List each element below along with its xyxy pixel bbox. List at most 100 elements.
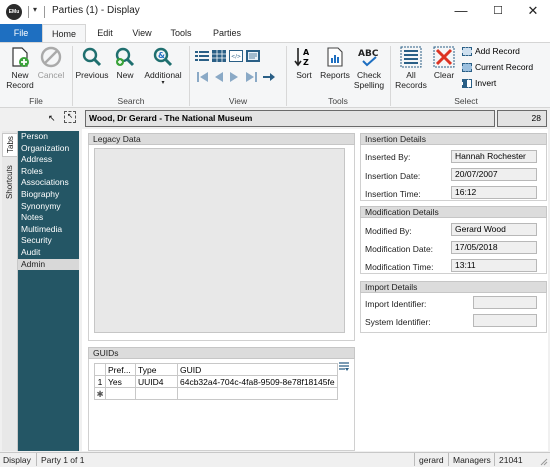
nav-item-biography[interactable]: Biography xyxy=(18,189,79,201)
group-separator xyxy=(390,46,391,106)
grid-options-icon[interactable] xyxy=(339,362,349,374)
invert-label: Invert xyxy=(475,78,497,88)
nav-item-roles[interactable]: Roles xyxy=(18,166,79,178)
tab-edit[interactable]: Edit xyxy=(88,24,122,42)
legacy-data-field[interactable] xyxy=(94,148,345,333)
cancel-button[interactable]: Cancel xyxy=(37,46,65,80)
new-record-button[interactable]: New Record xyxy=(4,46,36,90)
modification-time-field[interactable]: 13:11 xyxy=(451,259,537,272)
import-identifier-field[interactable] xyxy=(473,296,537,309)
nav-item-multimedia[interactable]: Multimedia xyxy=(18,224,79,236)
legacy-data-header: Legacy Data xyxy=(88,133,355,145)
svg-text:</>: </> xyxy=(231,54,241,60)
insertion-details-header: Insertion Details xyxy=(360,133,547,145)
last-record-icon[interactable] xyxy=(245,71,258,85)
previous-record-icon[interactable] xyxy=(213,71,224,85)
invert-icon xyxy=(462,79,472,89)
additional-search-button[interactable]: & Additional ▾ xyxy=(141,46,185,86)
quick-access-dropdown-icon[interactable]: ▾ xyxy=(33,5,37,14)
add-record-icon xyxy=(462,47,472,57)
sort-label: Sort xyxy=(296,70,312,80)
tab-view[interactable]: View xyxy=(124,24,160,42)
nav-item-address[interactable]: Address xyxy=(18,154,79,166)
cancel-label: Cancel xyxy=(37,70,65,80)
check-spelling-label: Check xyxy=(356,70,382,80)
cell-pref-new[interactable] xyxy=(105,387,136,400)
quick-access-separator xyxy=(28,6,29,18)
additional-label: Additional xyxy=(144,70,182,80)
reports-button[interactable]: Reports xyxy=(318,46,352,80)
next-record-icon[interactable] xyxy=(229,71,240,85)
tab-home[interactable]: Home xyxy=(42,24,86,42)
previous-label: Previous xyxy=(75,70,109,80)
nav-item-admin[interactable]: Admin xyxy=(18,258,79,271)
add-record-label: Add Record xyxy=(475,46,520,56)
tab-shortcuts[interactable]: Shortcuts xyxy=(2,160,18,204)
cell-type-new[interactable] xyxy=(135,387,178,400)
column-header-pref[interactable]: Pref... xyxy=(105,363,136,376)
minimize-button[interactable]: — xyxy=(444,0,478,24)
cell-pref[interactable]: Yes xyxy=(105,375,136,388)
resize-grip-icon[interactable] xyxy=(538,456,548,467)
cell-guid-new[interactable] xyxy=(177,387,338,400)
app-icon: EMu xyxy=(6,4,22,20)
chevron-down-icon: ▾ xyxy=(161,80,165,86)
new-record-label-2: Record xyxy=(6,80,34,90)
new-row-marker: ✱ xyxy=(94,387,106,400)
quick-access-separator xyxy=(44,6,45,18)
nav-list: Person Organization Address Roles Associ… xyxy=(18,131,79,451)
first-record-icon[interactable] xyxy=(196,71,209,85)
details-view-icon[interactable] xyxy=(246,50,260,64)
table-row-new[interactable]: ✱ xyxy=(94,387,338,400)
grid-view-icon[interactable] xyxy=(212,50,226,64)
row-number: 1 xyxy=(94,375,106,388)
tab-tabs[interactable]: Tabs xyxy=(2,133,18,157)
nav-item-security[interactable]: Security xyxy=(18,235,79,247)
jump-record-icon[interactable] xyxy=(262,71,276,85)
close-button[interactable]: ✕ xyxy=(516,0,550,24)
insertion-date-label: Insertion Date: xyxy=(365,171,421,181)
pointer-icon[interactable]: ↖ xyxy=(48,113,56,124)
nav-item-audit[interactable]: Audit xyxy=(18,247,79,259)
nav-item-synonymy[interactable]: Synonymy xyxy=(18,201,79,213)
nav-item-associations[interactable]: Associations xyxy=(18,177,79,189)
check-spelling-button[interactable]: ABC Check Spelling xyxy=(352,46,386,90)
tab-tools[interactable]: Tools xyxy=(162,24,200,42)
modification-date-field[interactable]: 17/05/2018 xyxy=(451,241,537,254)
modified-by-field[interactable]: Gerard Wood xyxy=(451,223,537,236)
insertion-time-field[interactable]: 16:12 xyxy=(451,186,537,199)
invert-selection-button[interactable]: Invert xyxy=(462,78,496,89)
cell-guid[interactable]: 64cb32a4-704c-4fa8-9509-8e78f18145fe xyxy=(177,375,338,388)
clear-selection-button[interactable]: Clear xyxy=(430,46,458,80)
cell-type[interactable]: UUID4 xyxy=(135,375,178,388)
system-identifier-label: System Identifier: xyxy=(365,317,431,327)
nav-item-organization[interactable]: Organization xyxy=(18,143,79,155)
current-record-icon xyxy=(462,63,472,73)
select-all-records-button[interactable]: All Records xyxy=(394,46,428,90)
tab-parties[interactable]: Parties xyxy=(204,24,250,42)
modification-details-header: Modification Details xyxy=(360,206,547,218)
insertion-date-field[interactable]: 20/07/2007 xyxy=(451,168,537,181)
select-tool-icon[interactable]: ↖ xyxy=(64,111,76,123)
nav-item-person[interactable]: Person xyxy=(18,131,79,143)
system-identifier-field[interactable] xyxy=(473,314,537,327)
nav-item-notes[interactable]: Notes xyxy=(18,212,79,224)
maximize-button[interactable]: ☐ xyxy=(481,0,515,24)
list-view-icon[interactable] xyxy=(195,50,209,64)
new-search-button[interactable]: New xyxy=(112,46,138,80)
current-record-button[interactable]: Current Record xyxy=(462,62,533,73)
additional-search-icon: & xyxy=(153,47,173,67)
status-mode: Display xyxy=(3,455,31,465)
inserted-by-field[interactable]: Hannah Rochester xyxy=(451,150,537,163)
group-separator xyxy=(286,46,287,106)
column-header-type[interactable]: Type xyxy=(135,363,178,376)
table-row[interactable]: 1 Yes UUID4 64cb32a4-704c-4fa8-9509-8e78… xyxy=(94,375,338,388)
current-record-label: Current Record xyxy=(475,62,534,72)
record-title: Wood, Dr Gerard - The National Museum xyxy=(85,110,495,127)
add-record-button[interactable]: Add Record xyxy=(462,46,520,57)
sort-button[interactable]: AZ Sort xyxy=(290,46,318,80)
column-header-guid[interactable]: GUID xyxy=(177,363,338,376)
tab-file[interactable]: File xyxy=(0,24,42,42)
previous-search-button[interactable]: Previous xyxy=(75,46,109,80)
code-view-icon[interactable]: </> xyxy=(229,50,243,64)
